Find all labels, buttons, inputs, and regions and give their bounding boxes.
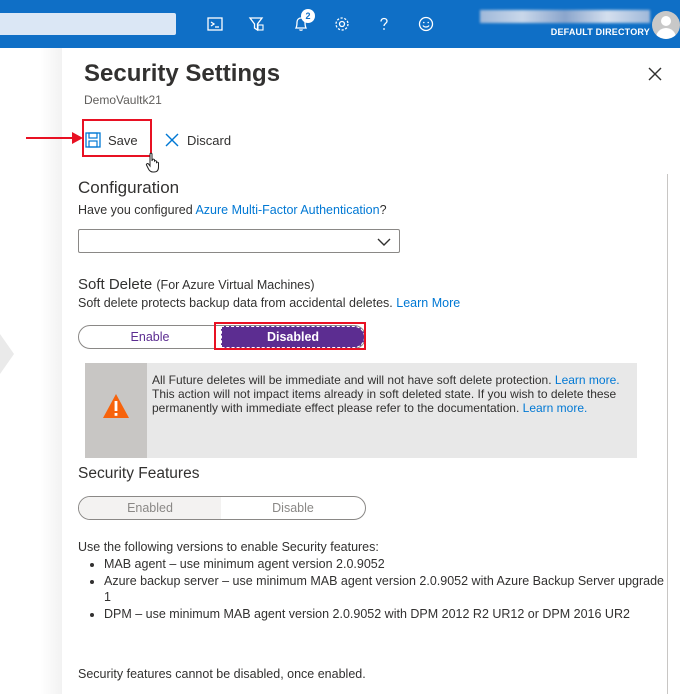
mfa-question-prefix: Have you configured	[78, 203, 196, 217]
avatar[interactable]	[652, 11, 680, 39]
settings-icon[interactable]	[330, 12, 354, 36]
scrollbar-track[interactable]	[667, 174, 668, 694]
cloud-shell-icon[interactable]	[203, 12, 227, 36]
soft-delete-description: Soft delete protects backup data from ac…	[78, 296, 460, 310]
mfa-question-suffix: ?	[379, 203, 387, 217]
requirements-intro: Use the following versions to enable Sec…	[78, 540, 379, 554]
security-features-disable-option[interactable]: Disable	[221, 497, 365, 519]
warning-icon	[103, 394, 129, 418]
hand-cursor-icon	[145, 152, 159, 173]
help-icon[interactable]	[372, 12, 396, 36]
directory-name: DEFAULT DIRECTORY	[550, 27, 650, 37]
warning-text: All Future deletes will be immediate and…	[152, 373, 624, 415]
mfa-question: Have you configured Azure Multi-Factor A…	[78, 203, 387, 217]
soft-delete-enable-option[interactable]: Enable	[79, 326, 221, 348]
page-title: Security Settings	[84, 60, 281, 87]
account-name-blurred	[480, 10, 650, 23]
mfa-dropdown[interactable]	[78, 229, 400, 253]
discard-icon	[165, 133, 179, 147]
feedback-icon[interactable]	[414, 12, 438, 36]
notifications-icon[interactable]: 2	[289, 9, 315, 36]
discard-button[interactable]: Discard	[163, 126, 231, 154]
warning-learn-more-link-1[interactable]: Learn more.	[555, 373, 620, 387]
warning-message-bar: All Future deletes will be immediate and…	[85, 363, 637, 458]
disabled-annotation-highlight	[214, 322, 366, 350]
requirements-list: MAB agent – use minimum agent version 2.…	[88, 556, 664, 622]
soft-delete-title: Soft Delete	[78, 276, 153, 293]
collapsed-blade-notch	[0, 334, 14, 374]
mfa-link[interactable]: Azure Multi-Factor Authentication	[195, 203, 379, 217]
directory-filter-icon[interactable]	[244, 12, 268, 36]
chevron-down-icon	[377, 238, 391, 246]
soft-delete-learn-more-link[interactable]: Learn More	[396, 296, 460, 310]
page-subtitle: DemoVaultk21	[84, 93, 162, 107]
annotation-arrow-icon	[26, 132, 83, 144]
configuration-heading: Configuration	[78, 178, 180, 197]
security-features-toggle[interactable]: Enabled Disable	[78, 496, 366, 520]
save-label: Save	[108, 132, 138, 148]
warning-line-2: This action will not impact items alread…	[152, 387, 624, 415]
list-item: DPM – use minimum MAB agent version 2.0.…	[104, 606, 664, 623]
warning-learn-more-link-2[interactable]: Learn more.	[523, 401, 588, 415]
notification-count-badge: 2	[301, 9, 315, 23]
save-button[interactable]: Save	[84, 126, 150, 154]
security-features-enabled-option[interactable]: Enabled	[79, 497, 221, 519]
list-item: Azure backup server – use minimum MAB ag…	[104, 573, 664, 606]
soft-delete-note: (For Azure Virtual Machines)	[156, 278, 315, 292]
close-icon[interactable]	[645, 64, 665, 84]
warning-line-1-text: All Future deletes will be immediate and…	[152, 373, 552, 387]
soft-delete-heading: Soft Delete (For Azure Virtual Machines)	[78, 276, 315, 293]
list-item: MAB agent – use minimum agent version 2.…	[104, 556, 664, 573]
discard-label: Discard	[187, 132, 232, 148]
security-features-note: Security features cannot be disabled, on…	[78, 667, 366, 681]
account-menu[interactable]: DEFAULT DIRECTORY	[470, 8, 650, 42]
warning-icon-panel	[85, 363, 147, 458]
security-features-heading: Security Features	[78, 465, 200, 482]
soft-delete-description-text: Soft delete protects backup data from ac…	[78, 296, 393, 310]
warning-line-1: All Future deletes will be immediate and…	[152, 373, 624, 387]
portal-top-bar: 2 DEFAULT DIRECTORY	[0, 0, 680, 48]
global-search-box[interactable]	[0, 13, 176, 35]
save-icon	[85, 132, 101, 148]
